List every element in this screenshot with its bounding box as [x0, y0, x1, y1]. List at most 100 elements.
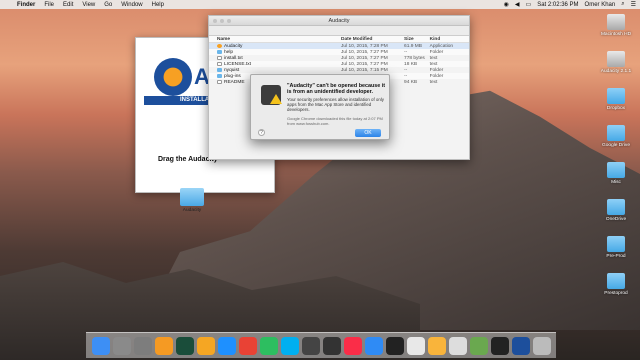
keyboard-icon[interactable]: [448, 336, 467, 355]
sonos-icon[interactable]: [490, 336, 509, 355]
file-size: 18 KB: [404, 61, 418, 67]
ok-button[interactable]: OK: [355, 129, 381, 137]
column-date[interactable]: Date Modified: [341, 37, 404, 42]
spotlight-icon[interactable]: ⌕: [621, 1, 624, 8]
file-date: Jul 10, 2015, 7:27 PM: [341, 49, 388, 55]
itunes-icon[interactable]: [343, 336, 362, 355]
zoom-button[interactable]: [227, 19, 231, 23]
quicktime-icon[interactable]: [301, 336, 320, 355]
menu-edit[interactable]: Edit: [63, 2, 73, 8]
column-kind[interactable]: Kind: [430, 37, 469, 42]
close-button[interactable]: [213, 19, 217, 23]
folder-icon: [217, 74, 222, 78]
file-row[interactable]: install.txt Jul 10, 2015, 7:27 PM 778 byte…: [209, 55, 469, 61]
menu-go[interactable]: Go: [104, 2, 112, 8]
alert-body: Your security preferences allow installa…: [287, 97, 384, 112]
finder-column-headers: Name Date Modified Size Kind: [209, 36, 469, 43]
file-name: Audacity: [217, 44, 341, 49]
desktop-icon-pre-prod[interactable]: Pre-Prod: [606, 236, 626, 259]
sublime-icon[interactable]: [154, 336, 173, 355]
gatekeeper-alert: "Audacity" can't be opened because it is…: [250, 74, 390, 140]
desktop-icon-onedrive[interactable]: OneDrive: [606, 199, 626, 222]
desktop-icon-label: Misc: [611, 180, 621, 185]
file-date: Jul 10, 2015, 7:27 PM: [341, 55, 388, 61]
menu-user[interactable]: Omer Khan: [585, 2, 616, 8]
desktop-icon-misc[interactable]: Misc: [607, 162, 625, 185]
finder-titlebar[interactable]: Audacity: [209, 16, 469, 26]
column-size[interactable]: Size: [404, 37, 430, 42]
file-name: nyquist: [217, 68, 341, 73]
desktop-icon-label: Dropbox: [606, 106, 626, 111]
volume-icon[interactable]: ◀: [515, 1, 520, 8]
terminal-icon[interactable]: [385, 336, 404, 355]
ibooks-icon[interactable]: [196, 336, 215, 355]
evernote-icon[interactable]: [259, 336, 278, 355]
file-row[interactable]: Audacity Jul 10, 2015, 7:28 PM 61.9 MB Appl…: [209, 43, 469, 49]
bbedit-icon[interactable]: [322, 336, 341, 355]
menu-window[interactable]: Window: [121, 2, 142, 8]
menu-help[interactable]: Help: [152, 2, 164, 8]
folder-icon: [217, 68, 222, 72]
file-name: install.txt: [217, 56, 341, 61]
file-name: LICENSE.txt: [217, 62, 341, 67]
file-kind: Folder: [429, 49, 444, 55]
battery-icon[interactable]: ▭: [526, 1, 532, 8]
application-icon: [217, 44, 222, 48]
folder-icon: [606, 199, 625, 215]
menu-file[interactable]: File: [44, 2, 54, 8]
app-store-icon[interactable]: [364, 336, 383, 355]
file-name-text: install.txt: [224, 55, 243, 61]
system-preferences-icon[interactable]: [133, 336, 152, 355]
folder-icon: [607, 162, 625, 178]
file-size: 94 KB: [404, 79, 418, 85]
desktop-icon-audacity-dmg[interactable]: Audacity 2.1.1: [601, 51, 631, 74]
menu-app-name[interactable]: Finder: [17, 2, 35, 8]
wifi-icon[interactable]: ◉: [504, 1, 509, 8]
preview-icon[interactable]: [406, 336, 425, 355]
desktop-icon-label: Macintosh HD: [600, 32, 632, 37]
folder-icon: [607, 273, 625, 289]
file-kind: text: [429, 79, 438, 85]
warning-icon: [270, 94, 282, 104]
file-row[interactable]: help Jul 10, 2015, 7:27 PM -- Folder: [209, 49, 469, 55]
finder-title: Audacity: [328, 18, 350, 24]
skype-icon[interactable]: [280, 336, 299, 355]
desktop-icon-prestoprod[interactable]: Prestoprod: [604, 273, 628, 296]
desktop-icon-macintosh-hd[interactable]: Macintosh HD: [601, 14, 631, 37]
file-name-text: Audacity: [224, 43, 243, 49]
trash-icon[interactable]: [532, 336, 551, 355]
help-button[interactable]: ?: [258, 129, 265, 136]
installer-audacity-folder[interactable]: Audacity: [180, 188, 204, 213]
audacity-icon[interactable]: [511, 336, 530, 355]
desktop-icon-label: Pre-Prod: [606, 254, 626, 259]
file-size: --: [404, 67, 408, 73]
iphoto-icon[interactable]: [469, 336, 488, 355]
desktop-icon-dropbox[interactable]: Dropbox: [607, 88, 625, 111]
desktop-icon-google-drive[interactable]: Google Drive: [602, 125, 630, 148]
file-row[interactable]: LICENSE.txt Jul 10, 2015, 7:27 PM 18 KB tex…: [209, 61, 469, 67]
audacity-logo-icon: [154, 58, 192, 96]
photos-icon[interactable]: [427, 336, 446, 355]
minimize-button[interactable]: [220, 19, 224, 23]
finder-icon[interactable]: [91, 336, 110, 355]
desktop-icon-label: OneDrive: [605, 217, 627, 222]
finder-toolbar: [209, 26, 469, 36]
file-date: Jul 10, 2015, 7:27 PM: [341, 61, 388, 67]
safari-icon[interactable]: [217, 336, 236, 355]
notification-center-icon[interactable]: ☰: [631, 1, 636, 8]
launchpad-icon[interactable]: [112, 336, 131, 355]
disk-image-icon: [607, 51, 625, 67]
column-name[interactable]: Name: [217, 37, 341, 42]
menu-clock[interactable]: Sat 2:02:36 PM: [537, 2, 578, 8]
folder-icon: [217, 50, 222, 54]
desktop-icon-label: Google Drive: [602, 143, 630, 148]
desktop-icon-label: Prestoprod: [604, 291, 628, 296]
file-row[interactable]: nyquist Jul 10, 2015, 7:15 PM -- Folder: [209, 67, 469, 73]
audition-icon[interactable]: [175, 336, 194, 355]
file-name-text: nyquist: [224, 67, 240, 73]
file-kind: Folder: [429, 73, 444, 79]
file-size: 61.9 MB: [404, 43, 422, 49]
chrome-icon[interactable]: [238, 336, 257, 355]
menu-view[interactable]: View: [82, 2, 95, 8]
alert-download-note: Google Chrome downloaded this file today…: [287, 116, 383, 126]
